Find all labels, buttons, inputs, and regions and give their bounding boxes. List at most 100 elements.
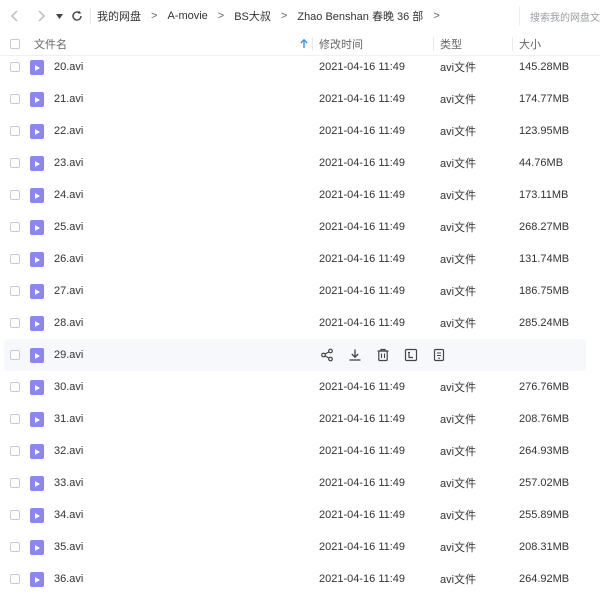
row-checkbox[interactable]	[10, 350, 20, 360]
file-name[interactable]: 21.avi	[54, 83, 83, 115]
file-type: avi文件	[440, 94, 477, 106]
file-size: 131.74MB	[519, 253, 570, 265]
file-type: avi文件	[440, 126, 477, 138]
file-name[interactable]: 28.avi	[54, 307, 83, 339]
file-name[interactable]: 25.avi	[54, 211, 83, 243]
more-icon[interactable]	[432, 348, 446, 362]
table-row[interactable]: 20.avi 2021-04-16 11:49 avi文件 145.28MB	[0, 51, 600, 83]
file-type: avi文件	[440, 222, 477, 234]
row-checkbox[interactable]	[10, 478, 20, 488]
table-row[interactable]: 35.avi 2021-04-16 11:49 avi文件 208.31MB	[0, 531, 600, 563]
file-name[interactable]: 29.avi	[54, 339, 83, 371]
table-row[interactable]: 31.avi 2021-04-16 11:49 avi文件 208.76MB	[0, 403, 600, 435]
rename-icon[interactable]	[404, 348, 418, 362]
file-name[interactable]: 31.avi	[54, 403, 83, 435]
table-row[interactable]: 21.avi 2021-04-16 11:49 avi文件 174.77MB	[0, 83, 600, 115]
row-checkbox[interactable]	[10, 126, 20, 136]
video-file-icon	[30, 220, 44, 235]
video-file-icon	[30, 572, 44, 587]
file-type: avi文件	[440, 62, 477, 74]
file-type: avi文件	[440, 286, 477, 298]
row-checkbox[interactable]	[10, 286, 20, 296]
row-checkbox[interactable]	[10, 190, 20, 200]
file-name[interactable]: 24.avi	[54, 179, 83, 211]
video-file-icon	[30, 540, 44, 555]
breadcrumb-item-root[interactable]: 我的网盘	[97, 8, 141, 24]
refresh-button[interactable]	[68, 0, 86, 32]
table-row[interactable]: 28.avi 2021-04-16 11:49 avi文件 285.24MB	[0, 307, 600, 339]
file-name[interactable]: 33.avi	[54, 467, 83, 499]
history-dropdown-button[interactable]	[50, 0, 68, 32]
file-type: avi文件	[440, 478, 477, 490]
file-name[interactable]: 27.avi	[54, 275, 83, 307]
file-modified-time: 2021-04-16 11:49	[319, 573, 406, 585]
file-name[interactable]: 34.avi	[54, 499, 83, 531]
breadcrumb-separator: >	[433, 10, 440, 22]
delete-icon[interactable]	[376, 348, 390, 362]
row-checkbox[interactable]	[10, 62, 20, 72]
file-name[interactable]: 36.avi	[54, 563, 83, 595]
file-modified-time: 2021-04-16 11:49	[319, 413, 406, 425]
file-size: 44.76MB	[519, 157, 564, 169]
file-type: avi文件	[440, 414, 477, 426]
row-checkbox[interactable]	[10, 222, 20, 232]
row-checkbox[interactable]	[10, 446, 20, 456]
video-file-icon	[30, 188, 44, 203]
table-row[interactable]: 32.avi 2021-04-16 11:49 avi文件 264.93MB	[0, 435, 600, 467]
file-size: 174.77MB	[519, 93, 570, 105]
forward-button[interactable]	[32, 0, 50, 32]
back-button[interactable]	[6, 0, 24, 32]
video-file-icon	[30, 444, 44, 459]
select-all-checkbox[interactable]	[10, 39, 20, 49]
table-row[interactable]: 30.avi 2021-04-16 11:49 avi文件 276.76MB	[0, 371, 600, 403]
table-row[interactable]: 23.avi 2021-04-16 11:49 avi文件 44.76MB	[0, 147, 600, 179]
column-divider[interactable]	[433, 37, 434, 51]
row-checkbox[interactable]	[10, 382, 20, 392]
file-name[interactable]: 30.avi	[54, 371, 83, 403]
file-modified-time: 2021-04-16 11:49	[319, 317, 406, 329]
chevron-right-icon	[38, 10, 45, 22]
breadcrumb-item-a-movie[interactable]: A-movie	[167, 10, 207, 22]
file-name[interactable]: 26.avi	[54, 243, 83, 275]
table-row[interactable]: 34.avi 2021-04-16 11:49 avi文件 255.89MB	[0, 499, 600, 531]
row-checkbox[interactable]	[10, 542, 20, 552]
video-file-icon	[30, 124, 44, 139]
video-file-icon	[30, 252, 44, 267]
row-checkbox[interactable]	[10, 414, 20, 424]
table-row[interactable]: 26.avi 2021-04-16 11:49 avi文件 131.74MB	[0, 243, 600, 275]
toolbar-divider	[90, 8, 91, 24]
column-divider[interactable]	[512, 37, 513, 51]
row-checkbox[interactable]	[10, 158, 20, 168]
download-icon[interactable]	[348, 348, 362, 362]
video-file-icon	[30, 380, 44, 395]
row-checkbox[interactable]	[10, 574, 20, 584]
file-name[interactable]: 20.avi	[54, 51, 83, 83]
row-checkbox[interactable]	[10, 318, 20, 328]
breadcrumb-item-bs[interactable]: BS大叔	[234, 8, 271, 24]
row-checkbox[interactable]	[10, 94, 20, 104]
file-name[interactable]: 22.avi	[54, 115, 83, 147]
table-row[interactable]: 25.avi 2021-04-16 11:49 avi文件 268.27MB	[0, 211, 600, 243]
table-row[interactable]: 27.avi 2021-04-16 11:49 avi文件 186.75MB	[0, 275, 600, 307]
file-name[interactable]: 32.avi	[54, 435, 83, 467]
breadcrumb-item-current[interactable]: Zhao Benshan 春晚 36 部	[297, 8, 423, 24]
video-file-icon	[30, 316, 44, 331]
file-type: avi文件	[440, 542, 477, 554]
search-input[interactable]: 搜索我的网盘文件	[519, 6, 600, 26]
file-type: avi文件	[440, 510, 477, 522]
share-icon[interactable]	[320, 348, 334, 362]
table-row[interactable]: 24.avi 2021-04-16 11:49 avi文件 173.11MB	[0, 179, 600, 211]
file-size: 268.27MB	[519, 221, 570, 233]
row-checkbox[interactable]	[10, 510, 20, 520]
caret-down-icon	[55, 13, 63, 19]
breadcrumb-separator: >	[217, 10, 225, 22]
column-divider[interactable]	[312, 37, 313, 51]
file-name[interactable]: 35.avi	[54, 531, 83, 563]
file-type: avi文件	[440, 574, 477, 586]
row-checkbox[interactable]	[10, 254, 20, 264]
table-row[interactable]: 22.avi 2021-04-16 11:49 avi文件 123.95MB	[0, 115, 600, 147]
table-row[interactable]: 36.avi 2021-04-16 11:49 avi文件 264.92MB	[0, 563, 600, 595]
table-row[interactable]: 33.avi 2021-04-16 11:49 avi文件 257.02MB	[0, 467, 600, 499]
table-row[interactable]: 29.avi	[4, 339, 586, 371]
file-name[interactable]: 23.avi	[54, 147, 83, 179]
